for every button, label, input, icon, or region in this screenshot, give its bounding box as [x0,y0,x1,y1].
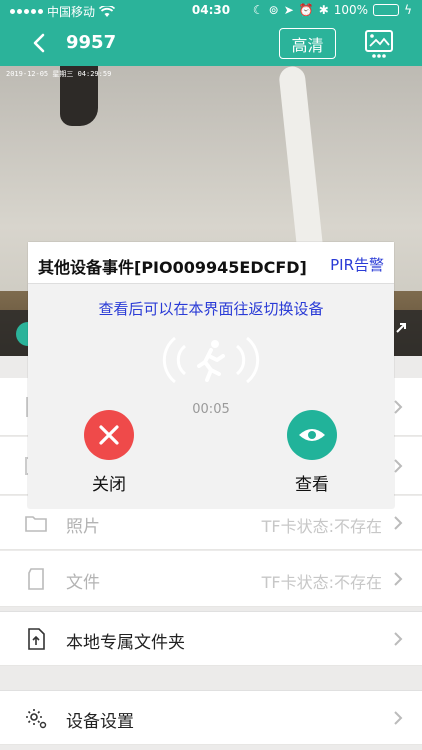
chevron-right-icon [394,516,403,530]
battery-icon [373,4,400,16]
close-icon [99,425,119,445]
bluetooth-icon: ✱ [318,3,329,17]
folder-icon [25,516,47,532]
status-bar: 中国移动 04:30 ☾ ⊚ ➤ ⏰ ✱ 100% ϟ [0,0,422,22]
files-tf-status: TF卡状态:不存在 [261,573,382,592]
photos-tf-status: TF卡状态:不存在 [261,517,382,536]
menu-row-device-settings[interactable]: 设备设置 [0,690,422,745]
close-button[interactable] [84,410,134,460]
chevron-right-icon [394,711,403,725]
chevron-right-icon [394,632,403,646]
status-right: ☾ ⊚ ➤ ⏰ ✱ 100% ϟ [253,3,412,17]
local-folder-label: 本地专属文件夹 [66,633,185,653]
moon-icon: ☾ [252,3,264,17]
back-chevron-icon[interactable] [28,31,52,55]
page-title: 9957 [66,32,117,53]
settings-gear-icon [26,709,47,729]
hd-quality-button[interactable]: 高清 [279,28,336,59]
video-timestamp: 2019-12-05 星期三 04:29:59 [6,70,112,78]
pir-alarm-tag: PIR告警 [330,256,384,274]
view-button[interactable] [287,410,337,460]
device-settings-label: 设备设置 [66,712,134,732]
device-event-dialog: 其他设备事件[PIO009945EDCFD] PIR告警 查看后可以在本界面往返… [28,242,394,508]
files-label: 文件 [66,573,100,593]
menu-row-local-folder[interactable]: 本地专属文件夹 [0,611,422,666]
dialog-subtitle: 查看后可以在本界面往返切换设备 [98,300,324,318]
close-label[interactable]: 关闭 [68,470,150,495]
chevron-right-icon [394,572,403,586]
dialog-header: 其他设备事件[PIO009945EDCFD] PIR告警 [28,242,394,284]
motion-detect-icon [162,336,260,384]
eye-icon [299,429,325,441]
sd-card-icon [28,568,44,590]
screen-mode-icon[interactable] [362,27,396,61]
photos-label: 照片 [66,517,100,537]
location-icon: ➤ [283,3,294,17]
fullscreen-icon[interactable] [394,321,408,335]
nav-bar: 9957 高清 [0,22,422,66]
countdown-timer: 00:05 [192,402,230,417]
menu-row-files[interactable]: 文件 TF卡状态:不存在 [0,551,422,607]
view-label[interactable]: 查看 [271,470,353,495]
dialog-title: 其他设备事件[PIO009945EDCFD] [38,258,307,277]
battery-percent: 100% [333,3,369,17]
top-bar: 中国移动 04:30 ☾ ⊚ ➤ ⏰ ✱ 100% ϟ 9957 高清 [0,0,422,66]
charging-icon: ϟ [404,3,412,17]
lock-rotation-icon: ⊚ [268,3,279,17]
alarm-icon: ⏰ [298,3,314,17]
upload-file-icon [28,628,45,650]
